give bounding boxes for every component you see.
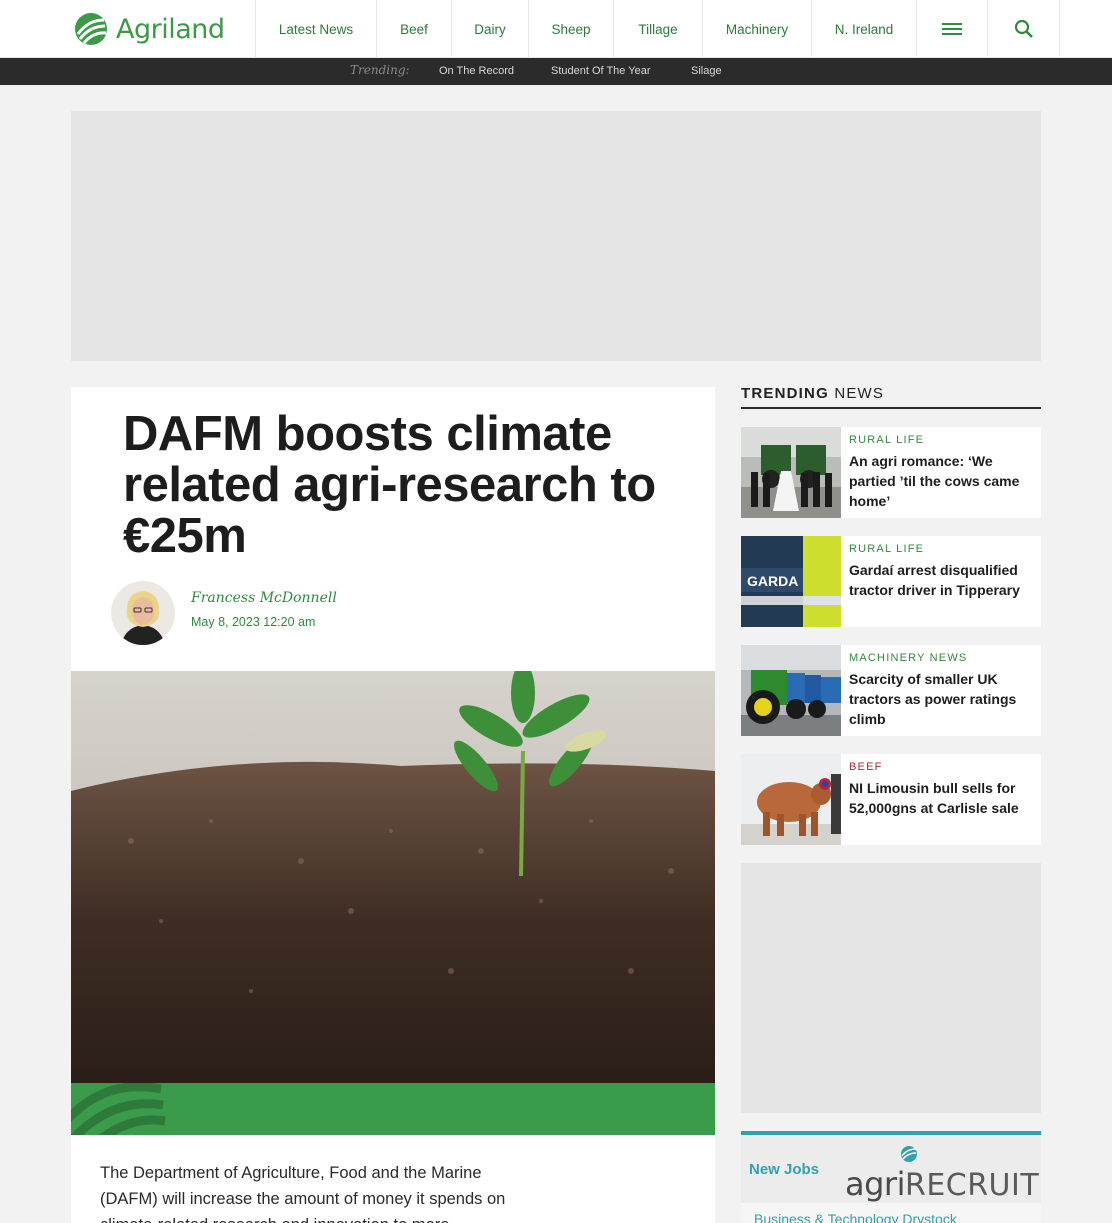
card-category[interactable]: RURAL LIFE	[849, 543, 924, 555]
limousin-bull-image	[741, 754, 841, 845]
trending-news-heading: TRENDING NEWS	[741, 385, 1041, 409]
trending-heading-bold: TRENDING	[741, 385, 829, 402]
card-title[interactable]: NI Limousin bull sells for 52,000gns at …	[849, 778, 1033, 818]
jobs-widget: New Jobs agriRECRUIT Business & Technolo…	[741, 1131, 1041, 1223]
site-header: Agriland Latest News Beef Dairy Sheep Ti…	[0, 0, 1112, 58]
card-category[interactable]: MACHINERY NEWS	[849, 652, 967, 664]
agriland-leaf-icon	[75, 13, 107, 45]
nav-beef[interactable]: Beef	[376, 0, 451, 58]
author-avatar[interactable]	[111, 581, 175, 645]
nav-dairy[interactable]: Dairy	[451, 0, 528, 58]
seedling-in-soil-image	[71, 671, 715, 1083]
trending-link-student-of-the-year[interactable]: Student Of The Year	[551, 65, 650, 77]
card-thumbnail: GARDA	[741, 536, 841, 627]
article-date: May 8, 2023 12:20 am	[191, 615, 316, 629]
site-logo[interactable]: Agriland	[74, 11, 225, 47]
agrirecruit-logo-text: agriRECRUIT	[845, 1165, 1039, 1203]
nav-tillage[interactable]: Tillage	[613, 0, 702, 58]
logo-recruit: RECRUIT	[904, 1168, 1040, 1203]
search-button[interactable]	[988, 0, 1060, 58]
trending-label: Trending:	[350, 63, 410, 77]
author-photo	[111, 581, 175, 645]
article-headline: DAFM boosts climate related agri-researc…	[123, 407, 656, 563]
agrirecruit-leaf-icon	[901, 1146, 917, 1162]
brand-banner	[71, 1083, 715, 1135]
trending-link-silage[interactable]: Silage	[691, 65, 722, 77]
main-nav: Latest News Beef Dairy Sheep Tillage Mac…	[255, 0, 1060, 58]
logo-agri: agri	[845, 1165, 905, 1203]
author-name[interactable]: Francess McDonnell	[191, 590, 337, 606]
card-category[interactable]: BEEF	[849, 761, 883, 773]
trending-card[interactable]: MACHINERY NEWS Scarcity of smaller UK tr…	[741, 645, 1041, 736]
card-thumbnail	[741, 645, 841, 736]
nav-sheep[interactable]: Sheep	[528, 0, 613, 58]
agrirecruit-logo[interactable]: agriRECRUIT	[845, 1145, 1039, 1203]
trending-card[interactable]: GARDA RURAL LIFE Gardaí arrest disqualif…	[741, 536, 1041, 627]
sidebar-ad-slot[interactable]	[741, 863, 1041, 1113]
article-body: The Department of Agriculture, Food and …	[100, 1164, 506, 1223]
article-hero-image	[71, 671, 715, 1083]
wedding-tractor-image	[741, 427, 841, 518]
trending-bar: Trending: On The Record Student Of The Y…	[0, 58, 1112, 85]
trending-card[interactable]: BEEF NI Limousin bull sells for 52,000gn…	[741, 754, 1041, 845]
search-icon	[1014, 19, 1033, 38]
card-title[interactable]: Gardaí arrest disqualified tractor drive…	[849, 560, 1033, 600]
card-thumbnail	[741, 427, 841, 518]
jobs-title[interactable]: New Jobs	[749, 1161, 819, 1178]
logo-text: Agriland	[116, 13, 225, 45]
hamburger-icon	[942, 23, 962, 35]
nav-machinery[interactable]: Machinery	[702, 0, 811, 58]
job-listing-link[interactable]: Business & Technology Drystock	[754, 1211, 957, 1223]
tractors-lineup-image	[741, 645, 841, 736]
garda-image-text: GARDA	[747, 573, 799, 589]
agriland-leaf-icon	[71, 1083, 166, 1135]
trending-heading-rest: NEWS	[834, 385, 885, 402]
card-thumbnail	[741, 754, 841, 845]
card-title[interactable]: Scarcity of smaller UK tractors as power…	[849, 669, 1033, 729]
nav-latest-news[interactable]: Latest News	[255, 0, 376, 58]
card-title[interactable]: An agri romance: ‘We partied ’til the co…	[849, 451, 1033, 511]
top-ad-slot[interactable]	[71, 111, 1041, 361]
card-category[interactable]: RURAL LIFE	[849, 434, 924, 446]
nav-n-ireland[interactable]: N. Ireland	[811, 0, 916, 58]
trending-card[interactable]: RURAL LIFE An agri romance: ‘We partied …	[741, 427, 1041, 518]
menu-button[interactable]	[916, 0, 988, 58]
jobs-header: New Jobs agriRECRUIT	[741, 1131, 1041, 1203]
trending-link-on-the-record[interactable]: On The Record	[439, 65, 514, 77]
article-card: DAFM boosts climate related agri-researc…	[71, 387, 715, 1223]
